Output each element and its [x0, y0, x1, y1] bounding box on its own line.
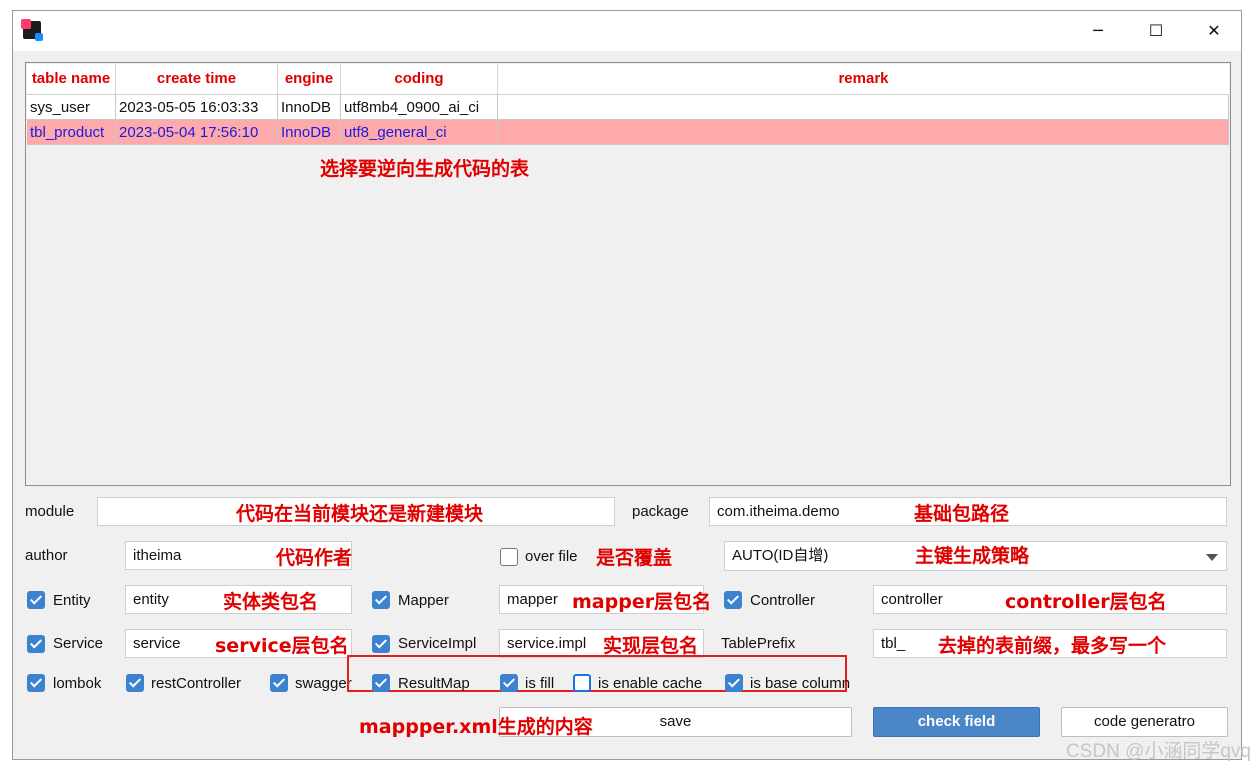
swagger-checkbox[interactable]: [270, 674, 288, 692]
id-type-value: AUTO(ID自增): [732, 547, 829, 564]
resultmap-checkbox[interactable]: [372, 674, 390, 692]
mapper-checkbox[interactable]: [372, 591, 390, 609]
resultmap-label: ResultMap: [398, 675, 470, 692]
service-annotation: service层包名: [215, 631, 349, 658]
cell-engine: InnoDB: [278, 95, 341, 120]
package-label: package: [632, 503, 689, 520]
is-fill-label: is fill: [525, 675, 555, 692]
tableprefix-annotation: 去掉的表前缀，最多写一个: [938, 635, 1167, 657]
entity-annotation: 实体类包名: [223, 591, 319, 613]
maximize-button[interactable]: ☐: [1133, 17, 1179, 45]
column-header-create-time[interactable]: create time: [116, 64, 278, 94]
code-generate-button[interactable]: code generatro: [1061, 707, 1228, 737]
cell-engine: InnoDB: [278, 120, 341, 145]
cell-remark: [498, 95, 1229, 120]
title-bar: ─ ☐ ✕: [13, 11, 1241, 51]
mapper-annotation-text: 层包名: [654, 591, 712, 613]
column-header-engine[interactable]: engine: [278, 64, 341, 94]
mapper-xml-annotation-text: 生成的内容: [497, 716, 593, 738]
id-type-annotation: 主键生成策略: [915, 545, 1030, 567]
is-fill-checkbox[interactable]: [500, 674, 518, 692]
table-list[interactable]: table name create time engine coding rem…: [25, 62, 1231, 486]
restcontroller-label: restController: [151, 675, 242, 692]
table-row-selected[interactable]: tbl_product 2023-05-04 17:56:10 InnoDB u…: [27, 120, 1229, 145]
cell-coding: utf8mb4_0900_ai_ci: [341, 95, 498, 120]
intellij-app-icon: [21, 19, 43, 41]
controller-annotation-bold: controller: [1005, 591, 1110, 613]
is-base-column-label: is base column: [750, 675, 851, 692]
watermark: CSDN @小涵同学qvq: [1065, 741, 1251, 762]
entity-label: Entity: [53, 592, 91, 609]
over-file-checkbox[interactable]: [500, 548, 518, 566]
over-file-label: over file: [525, 548, 578, 565]
swagger-label: swagger: [295, 675, 352, 692]
serviceimpl-annotation: 实现层包名: [603, 635, 699, 657]
lombok-label: lombok: [53, 675, 102, 692]
entity-checkbox[interactable]: [27, 591, 45, 609]
table-annotation: 选择要逆向生成代码的表: [320, 158, 530, 180]
table-header: table name create time engine coding rem…: [27, 64, 1229, 95]
author-label: author: [25, 547, 68, 564]
over-file-annotation: 是否覆盖: [596, 547, 673, 569]
module-annotation: 代码在当前模块还是新建模块: [236, 503, 484, 525]
mapper-annotation: mapper层包名: [572, 587, 711, 614]
serviceimpl-label: ServiceImpl: [398, 635, 477, 652]
service-checkbox[interactable]: [27, 635, 45, 653]
mapper-xml-annotation-bold: mappper.xml: [359, 716, 498, 738]
close-button[interactable]: ✕: [1191, 17, 1237, 45]
controller-label: Controller: [750, 592, 816, 609]
column-header-coding[interactable]: coding: [341, 64, 498, 94]
controller-annotation-text: 层包名: [1109, 591, 1167, 613]
minimize-button[interactable]: ─: [1075, 17, 1121, 45]
tableprefix-label: TablePrefix: [721, 635, 796, 652]
package-annotation: 基础包路径: [914, 503, 1010, 525]
service-annotation-bold: service: [215, 635, 292, 657]
restcontroller-checkbox[interactable]: [126, 674, 144, 692]
controller-annotation: controller层包名: [1005, 587, 1167, 614]
mapper-xml-annotation: mappper.xml生成的内容: [359, 712, 593, 739]
module-label: module: [25, 503, 75, 520]
is-enable-cache-label: is enable cache: [598, 675, 703, 692]
table-row[interactable]: sys_user 2023-05-05 16:03:33 InnoDB utf8…: [27, 95, 1229, 120]
column-header-remark[interactable]: remark: [498, 64, 1229, 94]
cell-create-time: 2023-05-04 17:56:10: [116, 120, 278, 145]
check-field-button[interactable]: check field: [873, 707, 1040, 737]
mapper-annotation-bold: mapper: [572, 591, 655, 613]
cell-coding: utf8_general_ci: [341, 120, 498, 145]
controller-checkbox[interactable]: [724, 591, 742, 609]
cell-remark: [498, 120, 1229, 145]
cell-table-name: tbl_product: [27, 120, 116, 145]
cell-create-time: 2023-05-05 16:03:33: [116, 95, 278, 120]
serviceimpl-checkbox[interactable]: [372, 635, 390, 653]
cell-table-name: sys_user: [27, 95, 116, 120]
service-annotation-text: 层包名: [291, 635, 349, 657]
service-label: Service: [53, 635, 104, 652]
lombok-checkbox[interactable]: [27, 674, 45, 692]
author-annotation: 代码作者: [276, 547, 353, 569]
column-header-table-name[interactable]: table name: [27, 64, 116, 94]
chevron-down-icon[interactable]: [1206, 554, 1218, 561]
is-base-column-checkbox[interactable]: [725, 674, 743, 692]
is-enable-cache-checkbox[interactable]: [573, 674, 591, 692]
mapper-label: Mapper: [398, 592, 449, 609]
